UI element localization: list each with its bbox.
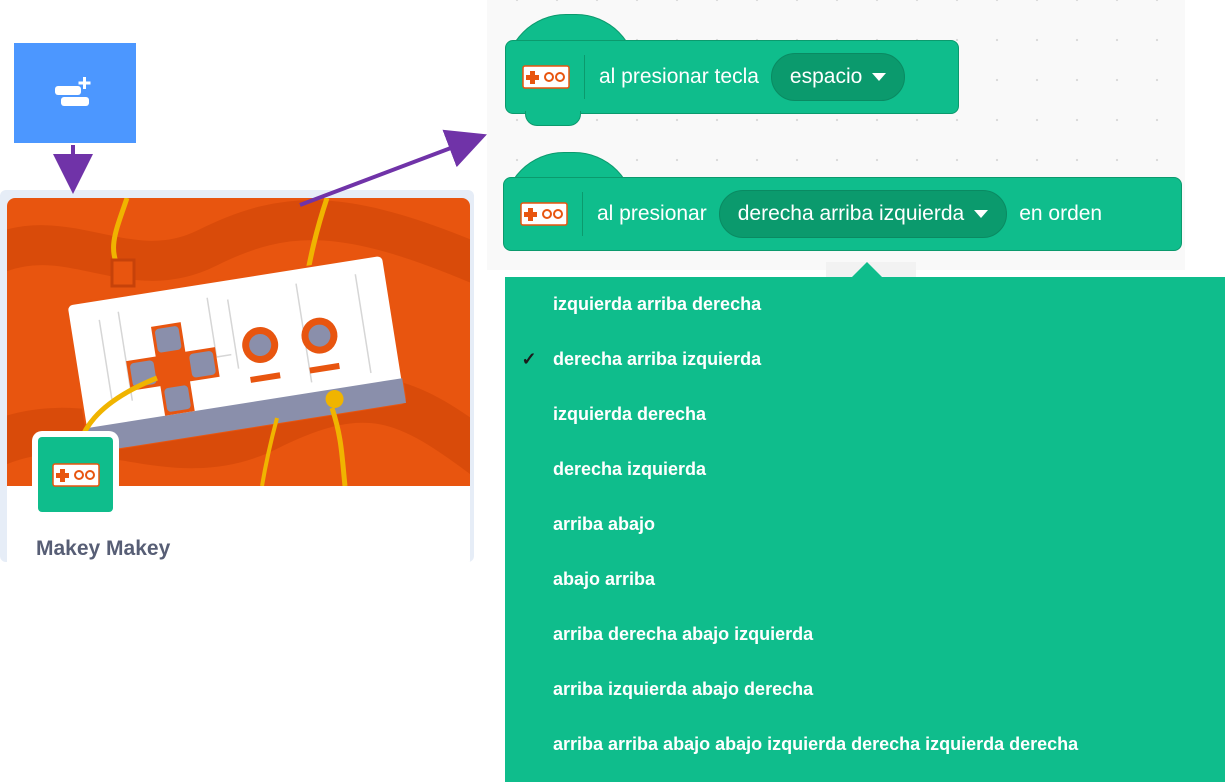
annotation-arrows (53, 129, 487, 207)
annotation-arrow-diagonal (299, 129, 487, 207)
